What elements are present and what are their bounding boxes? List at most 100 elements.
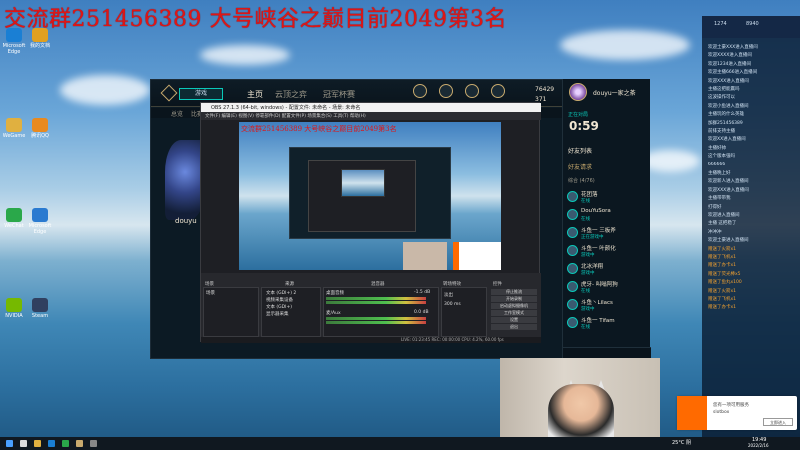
chat-message: 这个版本强吗: [708, 154, 735, 160]
obs-menu-bar: 文件(F) 编辑(E) 视图(V) 停靠部件(D) 配置文件(P) 场景集合(S…: [201, 112, 541, 120]
obs-window[interactable]: OBS 27.1.3 (64-bit, windows) - 配置文件: 未命名…: [200, 102, 541, 343]
sub-tab-overview[interactable]: 总览: [171, 109, 183, 118]
friend-list-item[interactable]: 虎牙- 叫嗡阿狗 在线: [567, 279, 649, 297]
obs-status-bar: LIVE: 01:23:45 REC: 00:00:00 CPU: 4.2%, …: [201, 337, 541, 343]
app-icon: [32, 28, 48, 42]
mixer-label: 桌面音频: [326, 291, 344, 296]
avatar: [567, 191, 578, 202]
friend-list-item[interactable]: DouYuSora 在线: [567, 207, 649, 225]
search-icon[interactable]: [20, 440, 27, 447]
desktop-icon[interactable]: Steam: [28, 298, 52, 332]
loot-icon[interactable]: [465, 84, 479, 98]
friend-list-item[interactable]: 北冰洋翔 游戏中: [567, 261, 649, 279]
chat-message: 赠送了飞机x1: [708, 255, 737, 260]
desktop-icon[interactable]: WeGame: [2, 118, 26, 152]
settings-button[interactable]: 设置: [491, 317, 537, 323]
summoner-name: douyu: [175, 217, 197, 225]
source-item[interactable]: 视频采集设备: [266, 297, 293, 303]
ad-enter-button[interactable]: 立即进入: [763, 418, 793, 426]
nav-clash[interactable]: 冠军杯赛: [323, 89, 355, 100]
desktop-icon[interactable]: NVIDIA: [2, 298, 26, 332]
virtual-camera-button[interactable]: 启动虚拟摄像机: [491, 303, 537, 309]
friend-name: 花团落: [581, 192, 598, 198]
nav-tft[interactable]: 云顶之弈: [275, 89, 307, 100]
audio-meter: [326, 301, 426, 304]
stream-overlay-title: 交流群251456389 大号峡谷之巅目前2049第3名: [4, 7, 507, 32]
friend-name: 斗鱼一 叶颜化: [581, 246, 616, 252]
champion-splash: [165, 140, 205, 220]
play-button[interactable]: 游戏: [179, 88, 223, 100]
weather[interactable]: 25°C 阴: [672, 439, 691, 446]
scene-item[interactable]: 场景: [206, 290, 215, 296]
preview-obs: [308, 160, 416, 232]
desktop-icon[interactable]: 腾讯QQ: [28, 118, 52, 152]
obs-icon[interactable]: [90, 440, 97, 447]
desktop-icon[interactable]: WeChat: [2, 208, 26, 242]
friend-list-item[interactable]: 斗鱼丶Lilacs 游戏中: [567, 297, 649, 315]
chat-message: 这波操作可以: [708, 95, 735, 101]
store-icon[interactable]: [439, 84, 453, 98]
chat-message: 欢迎小鱼进入直播间: [708, 103, 749, 109]
avatar[interactable]: [569, 83, 587, 101]
desktop-icon-label: 我的文档: [29, 43, 50, 49]
friend-status: 在线: [581, 289, 590, 294]
chat-message: 主播好帅: [708, 145, 726, 151]
friend-name: 斗鱼一 Tifam: [581, 318, 615, 324]
chat-message: 主播这把能赢吗: [708, 87, 740, 92]
blue-essence-count: 76429: [535, 86, 555, 93]
chat-message: 欢迎土豪进入直播间: [708, 238, 749, 244]
champion-icon[interactable]: [491, 84, 505, 98]
chat-message: 赠送了火箭x1: [708, 288, 737, 294]
desktop-icon[interactable]: 我的文档: [28, 28, 52, 62]
studio-mode-button[interactable]: 工作室模式: [491, 310, 537, 316]
chat-message: 欢迎XXXX进入直播间: [708, 53, 752, 59]
start-icon[interactable]: [6, 440, 13, 447]
chat-message: 欢迎XXX进入直播间: [708, 187, 749, 193]
source-item[interactable]: 显示器采集: [266, 311, 289, 317]
chat-message: 打得好: [708, 204, 722, 210]
chat-message: 欢迎进入直播间: [708, 213, 740, 218]
transition-duration[interactable]: 300 ms: [444, 302, 461, 307]
friend-list-item[interactable]: 斗鱼一 Tifam 在线: [567, 315, 649, 333]
ad-popup[interactable]: 您有一项可用服务 slotbox 立即进入: [677, 396, 797, 430]
friend-requests[interactable]: 好友请求: [568, 162, 592, 171]
friend-status: 游戏中: [581, 307, 595, 312]
desktop-icon[interactable]: Microsoft Edge: [2, 28, 26, 62]
file-explorer-icon[interactable]: [34, 440, 41, 447]
chat-message: 主播晚上好: [708, 171, 731, 176]
source-item[interactable]: 文本 (GDI+): [266, 304, 292, 310]
desktop-icon[interactable]: Microsoft Edge: [28, 208, 52, 242]
collection-icon[interactable]: [413, 84, 427, 98]
viewer-count: 1274: [714, 21, 727, 27]
mixer-level: -1.5 dB: [414, 290, 431, 295]
obs-title-bar: OBS 27.1.3 (64-bit, windows) - 配置文件: 未命名…: [201, 103, 541, 112]
friend-name: DouYuSora: [581, 208, 611, 214]
transition-select[interactable]: 淡出: [444, 292, 453, 298]
friend-list-item[interactable]: 花团落 在线: [567, 189, 649, 207]
friends-header: 好友列表: [568, 148, 593, 155]
fans-count: 8940: [746, 21, 759, 27]
stop-stream-button[interactable]: 停止推流: [491, 289, 537, 295]
player-name: douyu一家之茶: [593, 90, 636, 97]
exit-button[interactable]: 退出: [491, 324, 537, 330]
status-tag: 正在对局: [568, 112, 589, 118]
chat-panel: 1274 8940 欢迎土豪XXX进入直播间 欢迎XXXX进入直播间 欢迎1234进…: [702, 16, 800, 448]
friend-list-item[interactable]: 斗鱼一 叶颜化 游戏中: [567, 243, 649, 261]
source-item[interactable]: 文本 (GDI+) 2: [266, 290, 296, 296]
nav-home[interactable]: 主页: [247, 89, 263, 100]
friend-group[interactable]: 综合 (4/76): [568, 177, 595, 184]
app-icon: [6, 208, 22, 222]
chat-message: 欢迎新人进入直播间: [708, 179, 749, 185]
obs-menu-text[interactable]: 文件(F) 编辑(E) 视图(V) 停靠部件(D) 配置文件(P) 场景集合(S…: [205, 113, 366, 119]
wechat-icon[interactable]: [62, 440, 69, 447]
friend-status: 在线: [581, 325, 590, 330]
start-recording-button[interactable]: 开始录制: [491, 296, 537, 302]
preview-overlay-title: 交流群251456389 大号峡谷之巅目前2049第3名: [241, 125, 397, 133]
edge-icon[interactable]: [48, 440, 55, 447]
friend-list-item[interactable]: 斗鱼一 三板斧 正在游戏中: [567, 225, 649, 243]
clock-date[interactable]: 2022/2/16: [748, 443, 769, 448]
preview-ad: [453, 242, 501, 270]
chat-message: 主播玩的什么英雄: [708, 112, 744, 118]
friend-name: 虎牙- 叫嗡阿狗: [581, 282, 618, 288]
lol-icon[interactable]: [76, 440, 83, 447]
